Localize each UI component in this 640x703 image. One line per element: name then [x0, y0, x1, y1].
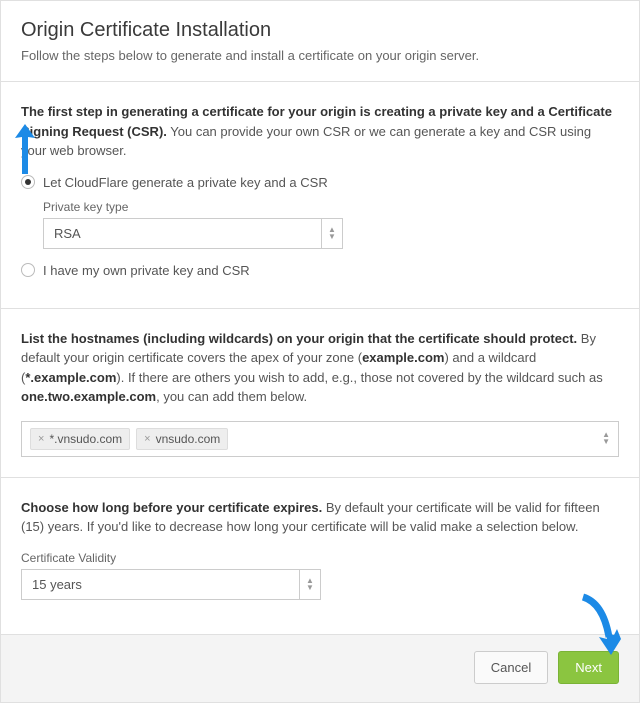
radio-icon[interactable] — [21, 175, 35, 189]
remove-token-icon[interactable]: × — [144, 433, 150, 445]
cancel-button[interactable]: Cancel — [474, 651, 548, 684]
modal-footer: Cancel Next — [1, 635, 639, 702]
chevron-updown-icon[interactable]: ▲▼ — [299, 569, 321, 600]
hostname-token: × vnsudo.com — [136, 428, 228, 450]
step-3-section: Choose how long before your certificate … — [1, 478, 639, 635]
t: one.two.example.com — [21, 389, 156, 404]
radio-icon[interactable] — [21, 263, 35, 277]
private-key-block: Private key type RSA ▲▼ — [43, 200, 619, 249]
private-key-type-select[interactable]: RSA ▲▼ — [43, 218, 343, 249]
step-2-intro-bold: List the hostnames (including wildcards)… — [21, 331, 577, 346]
certificate-validity-select[interactable]: 15 years ▲▼ — [21, 569, 321, 600]
page-title: Origin Certificate Installation — [21, 19, 619, 42]
step-3-intro-bold: Choose how long before your certificate … — [21, 500, 322, 515]
token-text: *.vnsudo.com — [49, 432, 122, 446]
origin-cert-modal: Origin Certificate Installation Follow t… — [0, 0, 640, 703]
radio-label: I have my own private key and CSR — [43, 263, 250, 278]
hostnames-input[interactable]: × *.vnsudo.com × vnsudo.com ▲▼ — [21, 421, 619, 457]
next-button[interactable]: Next — [558, 651, 619, 684]
remove-token-icon[interactable]: × — [38, 433, 44, 445]
step-2-section: List the hostnames (including wildcards)… — [1, 309, 639, 478]
select-value: 15 years — [21, 569, 299, 600]
chevron-updown-icon[interactable]: ▲▼ — [321, 218, 343, 249]
chevron-updown-icon[interactable]: ▲▼ — [602, 431, 610, 447]
page-subtitle: Follow the steps below to generate and i… — [21, 48, 619, 63]
private-key-type-label: Private key type — [43, 200, 619, 214]
step-2-intro: List the hostnames (including wildcards)… — [21, 329, 619, 407]
t: ). If there are others you wish to add, … — [116, 370, 602, 385]
radio-option-own-csr[interactable]: I have my own private key and CSR — [21, 263, 619, 278]
token-text: vnsudo.com — [156, 432, 221, 446]
step-1-intro: The first step in generating a certifica… — [21, 102, 619, 161]
radio-label: Let CloudFlare generate a private key an… — [43, 175, 328, 190]
select-value: RSA — [43, 218, 321, 249]
step-3-intro: Choose how long before your certificate … — [21, 498, 619, 537]
radio-option-generate[interactable]: Let CloudFlare generate a private key an… — [21, 175, 619, 190]
certificate-validity-label: Certificate Validity — [21, 551, 619, 565]
t: example.com — [362, 350, 444, 365]
modal-header: Origin Certificate Installation Follow t… — [1, 1, 639, 82]
hostname-token: × *.vnsudo.com — [30, 428, 130, 450]
step-1-section: The first step in generating a certifica… — [1, 82, 639, 309]
t: *.example.com — [25, 370, 116, 385]
t: , you can add them below. — [156, 389, 307, 404]
